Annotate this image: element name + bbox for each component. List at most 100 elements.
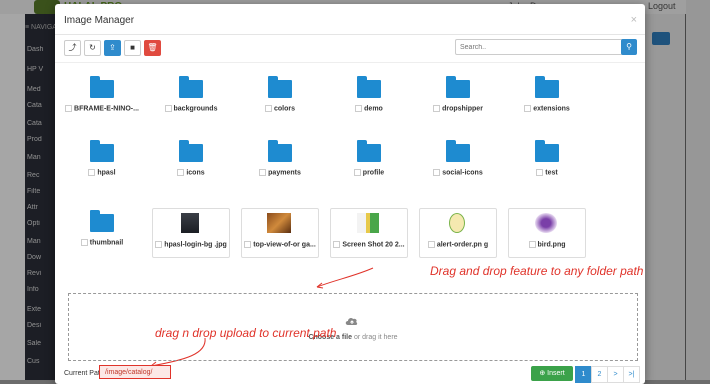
close-icon[interactable]: × (631, 14, 637, 26)
folder-label: backgrounds (153, 105, 229, 112)
image-label: top-view-of-or ga... (242, 241, 318, 248)
last-page-button[interactable]: >| (623, 366, 640, 383)
folder-label: colors (242, 105, 318, 112)
folder-drag-annotation: Drag and drop feature to any folder path (430, 264, 644, 278)
folder-item[interactable]: backgrounds (153, 70, 229, 122)
upload-button[interactable]: ⇪ (104, 40, 121, 56)
folder-icon (357, 76, 381, 98)
folder-label: thumbnail (64, 239, 140, 246)
upload-drag-annotation: drag n drop upload to current path (155, 326, 337, 340)
folder-icon: ■ (130, 43, 135, 52)
next-page-button[interactable]: > (607, 366, 624, 383)
folder-icon (268, 140, 292, 162)
folder-item[interactable]: dropshipper (420, 70, 496, 122)
folder-label: demo (331, 105, 407, 112)
select-checkbox[interactable] (259, 169, 267, 176)
folder-label: social-icons (420, 169, 496, 176)
header-divider (55, 34, 645, 35)
folder-icon (535, 140, 559, 162)
trash-icon: 🗑 (147, 43, 158, 52)
select-checkbox[interactable] (244, 241, 252, 248)
select-checkbox[interactable] (528, 241, 536, 248)
page-2-button[interactable]: 2 (591, 366, 608, 383)
folder-label: test (509, 169, 585, 176)
folder-item[interactable]: thumbnail (64, 204, 140, 256)
folder-item[interactable]: icons (153, 134, 229, 186)
folder-item[interactable]: colors (242, 70, 318, 122)
new-folder-button[interactable]: ■ (124, 40, 141, 56)
search-button[interactable]: ⚲ (621, 39, 637, 55)
image-label: bird.png (509, 241, 585, 248)
image-item[interactable]: hpasl-login-bg .jpg (152, 208, 230, 258)
folder-icon (90, 140, 114, 162)
refresh-button[interactable]: ↻ (84, 40, 101, 56)
refresh-icon: ↻ (89, 43, 96, 52)
select-checkbox[interactable] (355, 105, 363, 112)
folder-label: hpasl (64, 169, 140, 176)
folder-icon (446, 140, 470, 162)
select-checkbox[interactable] (524, 105, 532, 112)
select-checkbox[interactable] (264, 105, 272, 112)
folder-label: icons (153, 169, 229, 176)
select-checkbox[interactable] (80, 239, 88, 246)
select-checkbox[interactable] (433, 169, 441, 176)
image-thumbnail (181, 213, 199, 233)
folder-drag-arrow (316, 267, 374, 288)
select-checkbox[interactable] (536, 169, 544, 176)
upload-icon: ⇪ (109, 43, 116, 52)
select-checkbox[interactable] (155, 241, 163, 248)
image-manager-modal: Image Manager × ⤴ ↻ ⇪ ■ 🗑 ⚲ BFRAME-E-NIN… (55, 4, 645, 384)
toolbar-divider (55, 62, 645, 63)
image-item[interactable]: Screen Shot 20 2... (330, 208, 408, 258)
folder-icon (179, 76, 203, 98)
select-checkbox[interactable] (88, 169, 96, 176)
select-checkbox[interactable] (333, 241, 341, 248)
folder-item[interactable]: hpasl (64, 134, 140, 186)
modal-title: Image Manager (64, 15, 135, 26)
select-checkbox[interactable] (65, 105, 73, 112)
select-checkbox[interactable] (164, 105, 172, 112)
search-icon: ⚲ (626, 42, 632, 51)
cloud-upload-icon (345, 317, 358, 325)
folder-icon (446, 76, 470, 98)
image-item[interactable]: top-view-of-or ga... (241, 208, 319, 258)
folder-item[interactable]: BFRAME-E-NINO-... (64, 70, 140, 122)
select-checkbox[interactable] (353, 169, 361, 176)
folder-item[interactable]: payments (242, 134, 318, 186)
parent-folder-button[interactable]: ⤴ (64, 40, 81, 56)
upload-dropzone[interactable]: Choose a file or drag it here (68, 293, 638, 361)
select-checkbox[interactable] (427, 241, 435, 248)
folder-item[interactable]: extensions (509, 70, 585, 122)
image-item[interactable]: alert-order.pn g (419, 208, 497, 258)
current-path-value: /image/catalog/ (99, 365, 171, 379)
image-label: Screen Shot 20 2... (331, 241, 407, 248)
folder-icon (179, 140, 203, 162)
select-checkbox[interactable] (177, 169, 185, 176)
folder-icon (90, 210, 114, 232)
select-checkbox[interactable] (433, 105, 441, 112)
folder-item[interactable]: profile (331, 134, 407, 186)
plus-circle-icon: ⊕ (539, 370, 546, 377)
folder-label: dropshipper (420, 105, 496, 112)
folder-label: profile (331, 169, 407, 176)
image-item[interactable]: bird.png (508, 208, 586, 258)
folder-item[interactable]: test (509, 134, 585, 186)
folder-icon (535, 76, 559, 98)
folder-item[interactable]: demo (331, 70, 407, 122)
insert-button[interactable]: ⊕ Insert (531, 366, 573, 381)
image-label: alert-order.pn g (420, 241, 496, 248)
folder-item[interactable]: social-icons (420, 134, 496, 186)
image-thumbnail (535, 213, 557, 233)
image-thumbnail (357, 213, 379, 233)
folder-label: extensions (509, 105, 585, 112)
folder-icon (357, 140, 381, 162)
image-label: hpasl-login-bg .jpg (153, 241, 229, 248)
folder-icon (90, 76, 114, 98)
image-thumbnail (267, 213, 291, 233)
level-up-icon: ⤴ (68, 43, 77, 52)
folder-icon (268, 76, 292, 98)
page-1-button[interactable]: 1 (575, 366, 592, 383)
search-input[interactable] (455, 39, 629, 55)
folder-label: BFRAME-E-NINO-... (64, 105, 140, 112)
delete-button[interactable]: 🗑 (144, 40, 161, 56)
